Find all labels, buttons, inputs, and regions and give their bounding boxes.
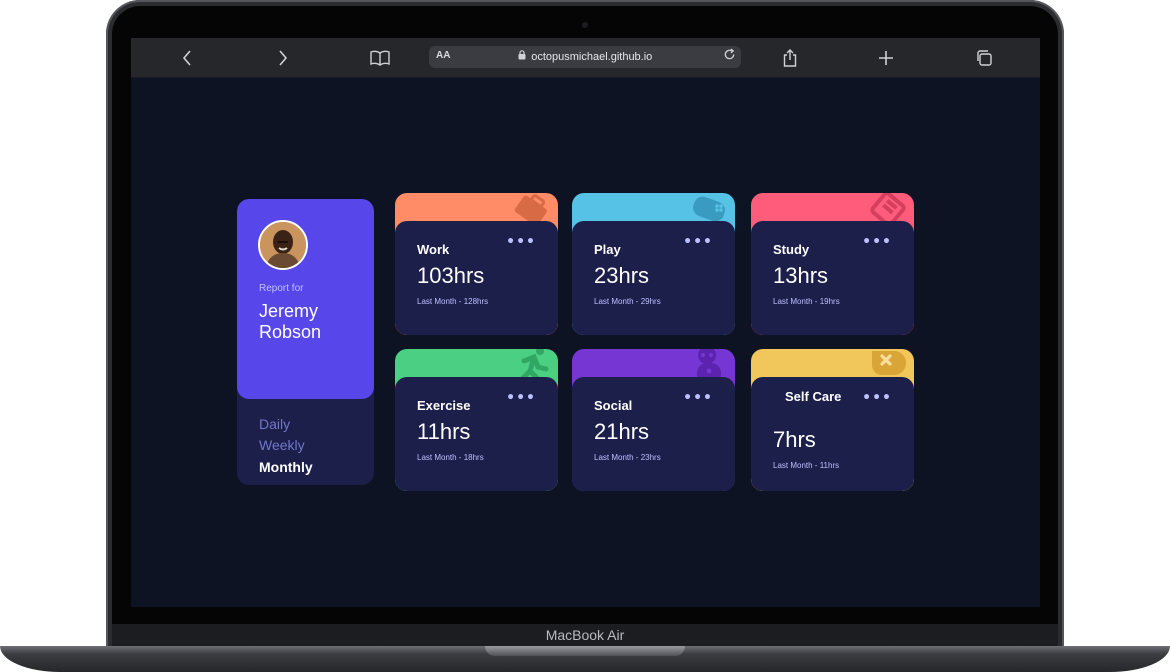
book-icon[interactable] (368, 46, 392, 70)
user-name: Jeremy Robson (259, 301, 322, 342)
chevron-left-icon[interactable] (175, 46, 199, 70)
avatar (258, 220, 308, 270)
ellipsis-icon[interactable]: ••• (683, 234, 713, 250)
ellipsis-icon[interactable]: ••• (862, 234, 892, 250)
ellipsis-icon[interactable]: ••• (506, 234, 536, 250)
card-previous: Last Month - 19hrs (773, 297, 840, 306)
ellipsis-icon[interactable]: ••• (506, 390, 536, 406)
ellipsis-icon[interactable]: ••• (862, 390, 892, 406)
card-previous: Last Month - 23hrs (594, 453, 661, 462)
chevron-right-icon[interactable] (271, 46, 295, 70)
share-icon[interactable] (778, 46, 802, 70)
plus-icon[interactable] (874, 46, 898, 70)
laptop-notch (485, 646, 685, 656)
timeframe-monthly[interactable]: Monthly (259, 459, 313, 475)
url-text: octopusmichael.github.io (531, 51, 653, 63)
activity-card-self-care: Self Care ••• 7hrs Last Month - 11hrs (751, 349, 914, 491)
card-title: Study (773, 242, 810, 257)
device-label: MacBook Air (545, 627, 625, 643)
card-title: Exercise (417, 398, 471, 413)
camera-icon (582, 22, 588, 28)
card-previous: Last Month - 18hrs (417, 453, 484, 462)
card-title: Social (594, 398, 633, 413)
timeframe-daily[interactable]: Daily (259, 416, 290, 432)
lock-icon (518, 50, 529, 62)
card-previous: Last Month - 128hrs (417, 297, 489, 306)
reload-icon[interactable] (723, 48, 736, 65)
activity-card-social: Social ••• 21hrs Last Month - 23hrs (572, 349, 735, 491)
report-for-label: Report for (259, 283, 304, 294)
profile-header: Report for Jeremy Robson (237, 199, 374, 399)
screen: AA octopusmichael.github.io Report for J… (131, 38, 1040, 607)
address-bar[interactable]: AA octopusmichael.github.io (429, 46, 741, 68)
card-hours: 21hrs (594, 419, 650, 444)
card-title: Play (594, 242, 621, 257)
card-hours: 7hrs (773, 427, 816, 452)
card-previous: Last Month - 11hrs (773, 461, 840, 470)
browser-toolbar: AA octopusmichael.github.io (131, 38, 1040, 78)
card-previous: Last Month - 29hrs (594, 297, 661, 306)
card-title: Work (417, 242, 450, 257)
card-title: Self Care (785, 389, 842, 404)
card-hours: 13hrs (773, 263, 829, 288)
card-hours: 23hrs (594, 263, 650, 288)
activity-card-study: Study ••• 13hrs Last Month - 19hrs (751, 193, 914, 335)
tabs-icon[interactable] (972, 46, 996, 70)
timeframe-weekly[interactable]: Weekly (259, 437, 305, 453)
activity-card-exercise: Exercise ••• 11hrs Last Month - 18hrs (395, 349, 558, 491)
ellipsis-icon[interactable]: ••• (683, 390, 713, 406)
profile-card: Report for Jeremy Robson Daily Weekly Mo… (237, 199, 374, 485)
card-hours: 103hrs (417, 263, 485, 288)
activity-card-work: Work ••• 103hrs Last Month - 128hrs (395, 193, 558, 335)
card-hours: 11hrs (417, 419, 471, 444)
laptop-chin: MacBook Air (112, 624, 1058, 646)
activity-card-play: Play ••• 23hrs Last Month - 29hrs (572, 193, 735, 335)
